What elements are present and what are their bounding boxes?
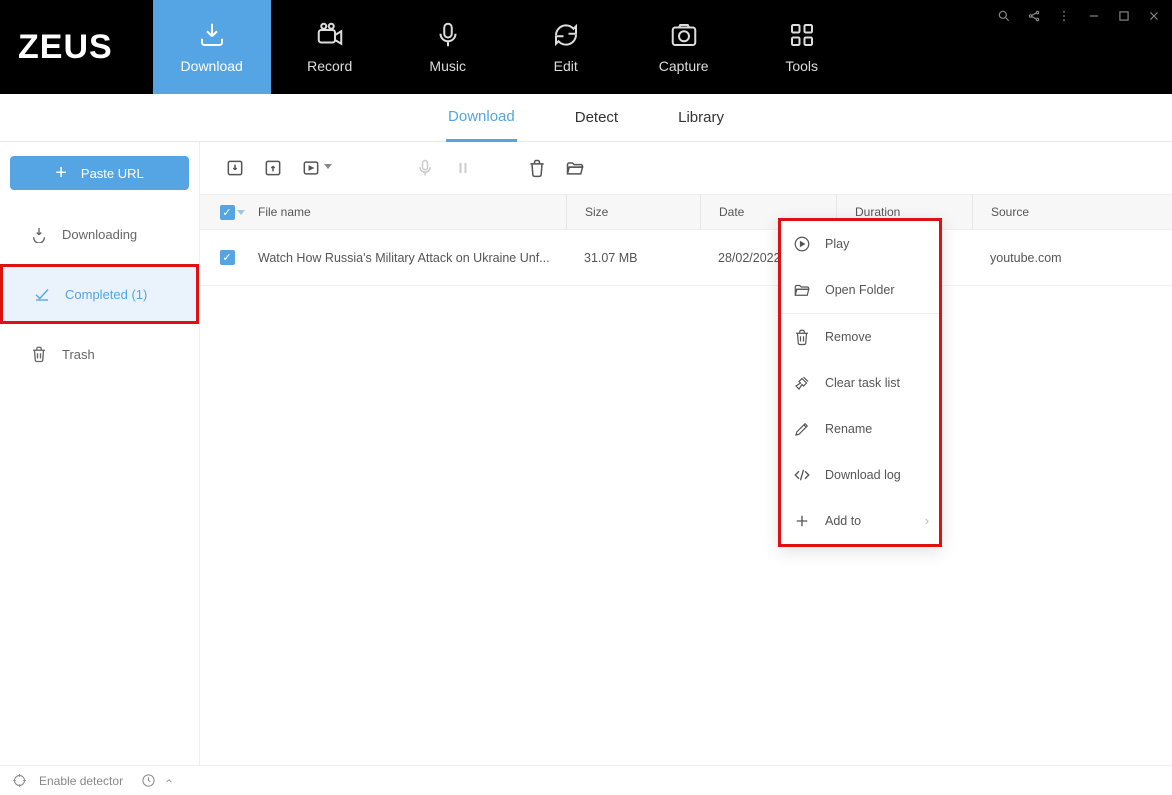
folder-icon (793, 281, 811, 299)
paste-url-button[interactable]: + Paste URL (10, 156, 189, 190)
refresh-icon (551, 20, 581, 50)
context-menu: Play Open Folder Remove Clear task list … (778, 218, 942, 547)
mic-button[interactable] (414, 157, 436, 179)
ctx-rename[interactable]: Rename (781, 406, 939, 452)
pause-button[interactable] (452, 157, 474, 179)
tab-label: Capture (659, 58, 709, 74)
tab-label: Music (429, 58, 466, 74)
tab-music[interactable]: Music (389, 0, 507, 94)
ctx-label: Download log (825, 468, 901, 482)
main-area: ✓ File name Size Date Duration Source ✓ … (200, 142, 1172, 765)
target-icon[interactable] (12, 773, 27, 788)
downloading-icon (30, 225, 48, 243)
pencil-icon (793, 420, 811, 438)
sidebar: + Paste URL Downloading Completed (1) Tr… (0, 142, 200, 765)
chevron-right-icon: › (925, 514, 929, 528)
more-icon[interactable] (1056, 8, 1072, 24)
statusbar: Enable detector (0, 765, 1172, 795)
mic-icon (433, 20, 463, 50)
trash-icon (793, 328, 811, 346)
sidebar-item-label: Completed (1) (65, 287, 147, 302)
tab-tools[interactable]: Tools (743, 0, 861, 94)
play-icon (793, 235, 811, 253)
export-button[interactable] (262, 157, 284, 179)
ctx-download-log[interactable]: Download log (781, 452, 939, 498)
ctx-label: Rename (825, 422, 872, 436)
window-controls (996, 8, 1162, 24)
sidebar-item-trash[interactable]: Trash (0, 324, 199, 384)
share-icon[interactable] (1026, 8, 1042, 24)
capture-icon (669, 20, 699, 50)
clock-icon[interactable] (141, 773, 156, 788)
convert-button[interactable] (300, 157, 322, 179)
column-source[interactable]: Source (972, 195, 1172, 229)
trash-icon (30, 345, 48, 363)
subnav-detect[interactable]: Detect (573, 95, 620, 140)
row-checkbox[interactable]: ✓ (220, 250, 235, 265)
ctx-open-folder[interactable]: Open Folder (781, 267, 939, 313)
main-tabs: Download Record Music Edit Capture Tools (153, 0, 861, 94)
paste-url-label: Paste URL (81, 166, 144, 181)
tab-download[interactable]: Download (153, 0, 271, 94)
apps-icon (787, 20, 817, 50)
minimize-button[interactable] (1086, 8, 1102, 24)
subnav-download[interactable]: Download (446, 94, 517, 142)
ctx-play[interactable]: Play (781, 221, 939, 267)
download-all-button[interactable] (224, 157, 246, 179)
close-button[interactable] (1146, 8, 1162, 24)
column-size[interactable]: Size (566, 195, 700, 229)
cell-filename: Watch How Russia's Military Attack on Uk… (254, 251, 566, 265)
cell-size: 31.07 MB (566, 251, 700, 265)
detector-label[interactable]: Enable detector (39, 774, 123, 788)
ctx-label: Add to (825, 514, 861, 528)
ctx-label: Open Folder (825, 283, 894, 297)
ctx-label: Clear task list (825, 376, 900, 390)
tab-label: Tools (785, 58, 818, 74)
ctx-remove[interactable]: Remove (781, 314, 939, 360)
subnav: Download Detect Library (0, 94, 1172, 142)
tab-label: Edit (554, 58, 578, 74)
cell-source: youtube.com (972, 251, 1172, 265)
broom-icon (793, 374, 811, 392)
search-icon[interactable] (996, 8, 1012, 24)
table-header: ✓ File name Size Date Duration Source (200, 194, 1172, 230)
plus-icon (793, 512, 811, 530)
tab-capture[interactable]: Capture (625, 0, 743, 94)
ctx-add-to[interactable]: Add to › (781, 498, 939, 544)
tab-edit[interactable]: Edit (507, 0, 625, 94)
ctx-clear-task-list[interactable]: Clear task list (781, 360, 939, 406)
delete-button[interactable] (526, 157, 548, 179)
chevron-up-icon[interactable] (164, 776, 174, 786)
tab-label: Download (181, 58, 243, 74)
tab-label: Record (307, 58, 352, 74)
column-name[interactable]: File name (254, 205, 566, 219)
ctx-label: Play (825, 237, 849, 251)
sidebar-item-label: Downloading (62, 227, 137, 242)
plus-icon: + (55, 162, 67, 185)
completed-icon (33, 285, 51, 303)
subnav-library[interactable]: Library (676, 95, 726, 140)
download-icon (197, 20, 227, 50)
toolbar (200, 142, 1172, 194)
maximize-button[interactable] (1116, 8, 1132, 24)
sidebar-item-downloading[interactable]: Downloading (0, 204, 199, 264)
open-folder-button[interactable] (564, 157, 586, 179)
camera-icon (315, 20, 345, 50)
topbar: ZEUS Download Record Music Edit Capture … (0, 0, 1172, 94)
app-logo: ZEUS (0, 0, 153, 94)
ctx-label: Remove (825, 330, 872, 344)
tab-record[interactable]: Record (271, 0, 389, 94)
sidebar-item-completed[interactable]: Completed (1) (0, 264, 199, 324)
code-icon (793, 466, 811, 484)
sidebar-item-label: Trash (62, 347, 95, 362)
table-row[interactable]: ✓ Watch How Russia's Military Attack on … (200, 230, 1172, 286)
select-all-checkbox[interactable]: ✓ (220, 205, 235, 220)
body: + Paste URL Downloading Completed (1) Tr… (0, 142, 1172, 765)
